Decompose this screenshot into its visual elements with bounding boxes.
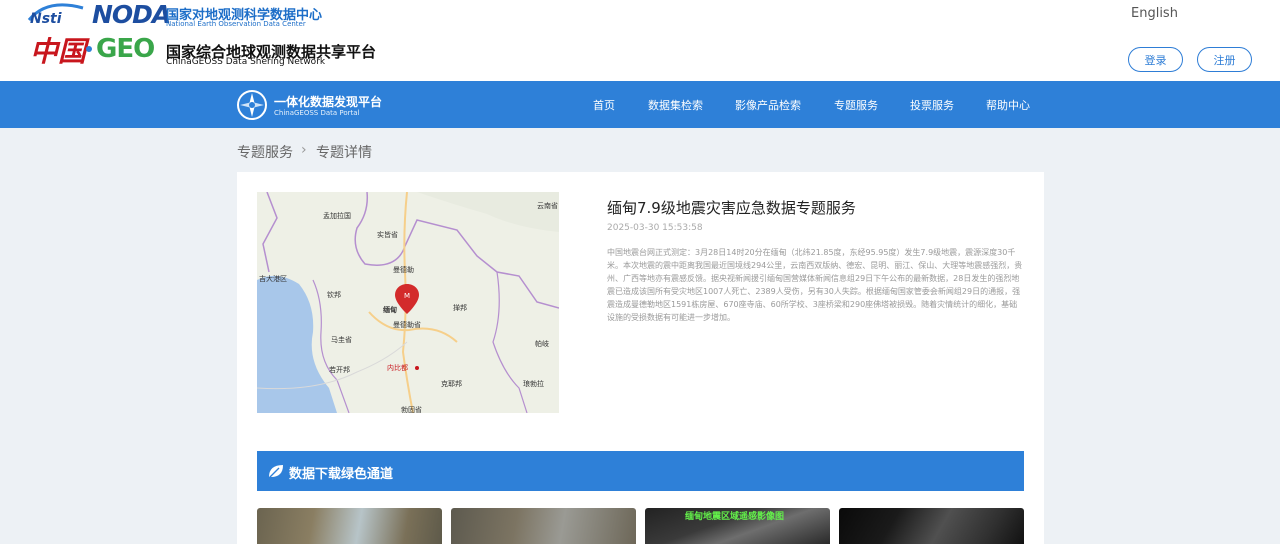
map-label-naypyidaw: 内比都: [387, 363, 408, 372]
nav-item-dataset-search[interactable]: 数据集检索: [648, 97, 703, 113]
nav-item-imagery-search[interactable]: 影像产品检索: [735, 97, 801, 113]
breadcrumb-topic-services[interactable]: 专题服务: [237, 142, 293, 162]
noda-brand: NODA: [92, 0, 171, 29]
portal-name-en: ChinaGEOSS Data Portal: [274, 109, 360, 117]
map-label-bangladesh: 孟加拉国: [323, 211, 351, 220]
map-label-rakhine: 若开邦: [329, 365, 350, 374]
green-channel-header: 数据下载绿色通道: [257, 451, 1024, 491]
green-channel-title: 数据下载绿色通道: [289, 467, 394, 482]
nav-item-home[interactable]: 首页: [593, 97, 615, 113]
nav-item-help-center[interactable]: 帮助中心: [986, 97, 1030, 113]
article-date: 2025-03-30 15:53:58: [607, 223, 703, 233]
breadcrumb-topic-detail: 专题详情: [316, 145, 372, 161]
map-label-bago: 勃固省: [401, 405, 422, 413]
thumbnail-label: 缅甸地震区域遥感影像图: [685, 512, 785, 522]
main-nav: 一体化数据发现平台 ChinaGEOSS Data Portal 首页 数据集检…: [0, 81, 1280, 128]
map-label-myanmar: 缅甸: [383, 305, 397, 314]
china-calligraphy-logo: 中国: [30, 35, 87, 68]
imagery-thumbnail-1[interactable]: [257, 508, 442, 544]
map-label-mandalay-city: 曼德勒: [393, 265, 414, 274]
breadcrumb-separator: ›: [301, 142, 307, 158]
svg-text:Nsti: Nsti: [30, 11, 62, 26]
earthquake-location-map[interactable]: 孟加拉国 云南省 实皆省 吉大港区 钦邦 曼德勒 缅甸 曼德勒省 掸邦 若开邦 …: [257, 192, 559, 413]
imagery-thumbnail-4[interactable]: [839, 508, 1024, 544]
english-link[interactable]: English: [1131, 6, 1178, 21]
map-label-chin-state: 钦邦: [327, 290, 341, 299]
register-button[interactable]: 注册: [1197, 47, 1252, 72]
nav-item-voting-services[interactable]: 投票服务: [910, 97, 954, 113]
nav-item-topic-services[interactable]: 专题服务: [834, 97, 878, 113]
topic-detail-card: 孟加拉国 云南省 实皆省 吉大港区 钦邦 曼德勒 缅甸 曼德勒省 掸邦 若开邦 …: [237, 172, 1044, 544]
imagery-thumbnail-2[interactable]: [451, 508, 636, 544]
nsti-logo-icon: Nsti: [27, 3, 84, 26]
marker-letter: M: [404, 292, 410, 300]
leaf-icon: [268, 465, 283, 479]
top-header: Nsti NODA 国家对地观测科学数据中心 National Earth Ob…: [0, 0, 1280, 81]
map-label-mandalay-region: 曼德勒省: [393, 320, 421, 329]
noda-name-en: National Earth Observation Data Center: [166, 20, 306, 28]
map-label-luang-prabang: 琅勃拉: [523, 379, 544, 388]
map-label-pakse: 帕岐: [535, 339, 549, 348]
dot-icon: [86, 46, 92, 52]
map-label-sagaing: 实皆省: [377, 230, 398, 239]
map-label-magway: 马圭省: [331, 335, 352, 344]
geo-brand: GEO: [96, 34, 155, 64]
imagery-thumbnail-3[interactable]: 缅甸地震区域遥感影像图: [645, 508, 830, 544]
map-label-kayah: 克耶邦: [441, 379, 462, 388]
map-label-shan-state: 掸邦: [453, 303, 467, 312]
article-title: 缅甸7.9级地震灾害应急数据专题服务: [607, 199, 856, 217]
portal-compass-icon: [237, 90, 267, 120]
geoss-name-en: ChinaGEOSS Data Shering Network: [166, 57, 326, 67]
article-body: 中国地震台网正式测定：3月28日14时20分在缅甸（北纬21.85度，东经95.…: [607, 248, 1023, 322]
map-label-chittagong: 吉大港区: [259, 274, 287, 283]
portal-name-cn: 一体化数据发现平台: [274, 95, 383, 109]
map-label-yunnan: 云南省: [537, 201, 558, 210]
login-button[interactable]: 登录: [1128, 47, 1183, 72]
